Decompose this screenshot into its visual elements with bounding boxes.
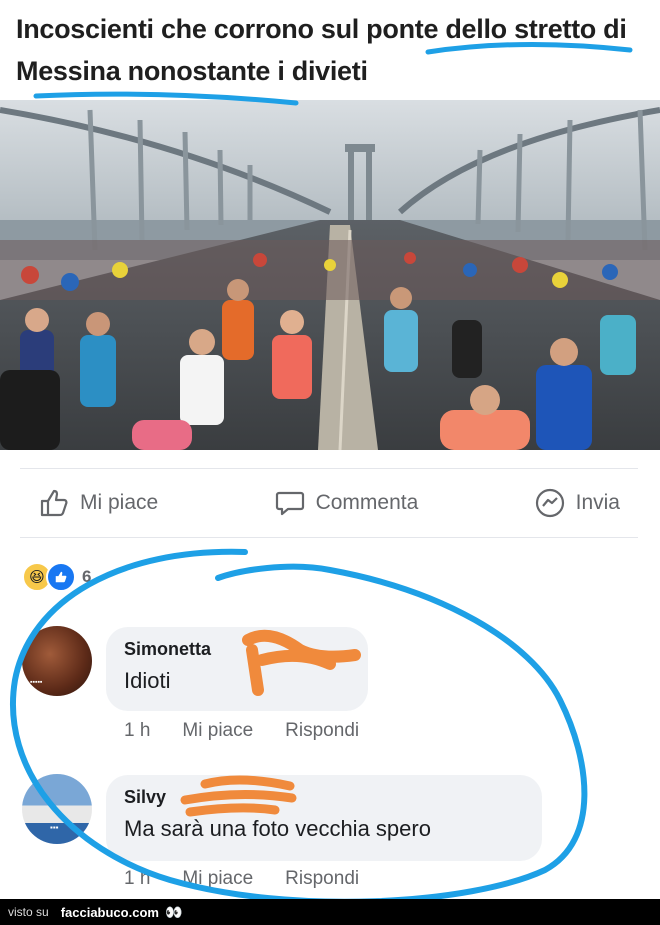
comment-like-link[interactable]: Mi piace: [182, 720, 253, 742]
eyes-icon: 👀: [164, 903, 183, 920]
comment-bubble: Silvy Ma sarà una foto vecchia spero: [106, 775, 542, 861]
avatar[interactable]: ▪▪▪: [22, 774, 92, 844]
site-name[interactable]: facciabuco.com: [61, 905, 159, 920]
comment-meta: 1 h Mi piace Rispondi: [124, 720, 391, 742]
share-button[interactable]: Invia: [516, 487, 638, 519]
avatar-caption-icon: ▪▪▪: [50, 823, 59, 832]
comment-bubble: Simonetta Idioti: [106, 627, 368, 711]
like-label: Mi piace: [80, 491, 159, 514]
watermark-footer: visto su facciabuco.com 👀: [0, 899, 660, 925]
share-label: Invia: [575, 491, 620, 514]
comment-time: 1 h: [124, 720, 151, 741]
like-button[interactable]: Mi piace: [20, 487, 176, 519]
thumbs-up-icon: [40, 489, 68, 517]
comment-reply-link[interactable]: Rispondi: [285, 868, 359, 890]
marathon-photo: [0, 100, 660, 450]
comment-reply-link[interactable]: Rispondi: [285, 720, 359, 742]
like-reaction-icon: [46, 562, 76, 592]
comment-like-link[interactable]: Mi piace: [182, 868, 253, 890]
comment-author[interactable]: Silvy: [124, 787, 524, 808]
messenger-icon: [535, 488, 564, 518]
reaction-summary[interactable]: 😆 6: [22, 562, 91, 592]
post-action-bar: Mi piace Commenta Invia: [20, 468, 638, 538]
comment-button[interactable]: Commenta: [256, 487, 437, 519]
comment-time: 1 h: [124, 868, 151, 889]
comment-author[interactable]: Simonetta: [124, 639, 350, 660]
footer-prefix: visto su: [8, 905, 49, 919]
comment-label: Commenta: [315, 491, 419, 514]
comment-text: Ma sarà una foto vecchia spero: [124, 816, 431, 841]
post-headline: Incoscienti che corrono sul ponte dello …: [16, 14, 627, 86]
speech-bubble-icon: [275, 491, 304, 516]
comment-meta: 1 h Mi piace Rispondi: [124, 868, 391, 890]
avatar-caption-icon: ▪▪▪▪▪: [30, 679, 43, 686]
comment-text: Idioti: [124, 668, 171, 693]
avatar[interactable]: ▪▪▪▪▪: [22, 626, 92, 696]
reaction-count: 6: [82, 567, 92, 586]
